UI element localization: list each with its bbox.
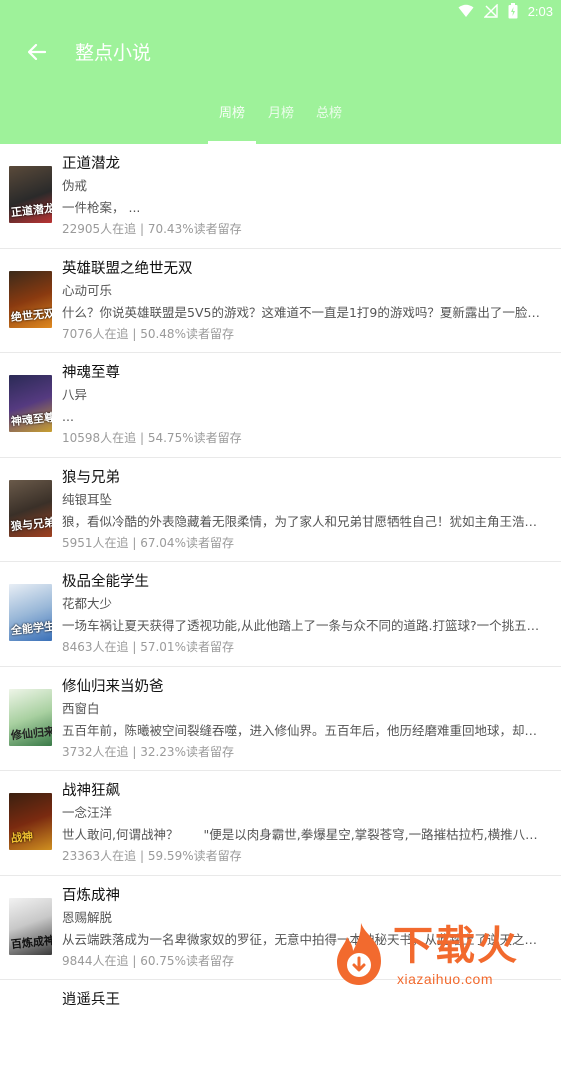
book-title: 战神狂飙	[62, 781, 120, 801]
book-title: 狼与兄弟	[62, 468, 120, 488]
book-title: 百炼成神	[62, 886, 120, 906]
book-stats: 3732人在追 | 32.23%读者留存	[62, 743, 234, 761]
page-title: 整点小说	[75, 40, 151, 66]
book-description: 五百年前，陈曦被空间裂缝吞噬，进入修仙界。五百年后，他历经磨难重回地球，却发现…	[62, 722, 544, 740]
book-description: ...	[62, 408, 544, 426]
book-title: 神魂至尊	[62, 363, 120, 383]
book-description: 一场车祸让夏天获得了透视功能,从此他踏上了一条与众不同的道路.打篮球?一个挑五不…	[62, 617, 544, 635]
book-title: 修仙归来当奶爸	[62, 677, 164, 697]
book-cover: 战神	[9, 793, 52, 850]
book-stats: 9844人在追 | 60.75%读者留存	[62, 952, 234, 970]
book-stats: 10598人在追 | 54.75%读者留存	[62, 429, 242, 447]
no-signal-icon	[484, 4, 498, 18]
book-cover: 百炼成神	[9, 898, 52, 955]
app-header: 2:03 整点小说 周榜 月榜 总榜	[0, 0, 561, 144]
book-cover: 正道潜龙	[9, 166, 52, 223]
book-author: 恩赐解脱	[62, 909, 112, 927]
book-title: 英雄联盟之绝世无双	[62, 259, 193, 279]
watermark-url: xiazaihuo.com	[397, 971, 493, 987]
tab-total[interactable]: 总榜	[316, 104, 342, 124]
ranking-tabs: 周榜 月榜 总榜	[0, 104, 561, 144]
book-item[interactable]: 绝世无双 英雄联盟之绝世无双 心动可乐 什么？你说英雄联盟是5V5的游戏？这难道…	[0, 249, 561, 354]
back-button[interactable]	[22, 40, 52, 68]
book-stats: 8463人在追 | 57.01%读者留存	[62, 638, 234, 656]
book-title: 正道潜龙	[62, 154, 120, 174]
book-author: 花都大少	[62, 595, 112, 613]
book-author: 一念汪洋	[62, 804, 112, 822]
book-item[interactable]: 正道潜龙 正道潜龙 伪戒 一件枪案， ... 22905人在追 | 70.43%…	[0, 144, 561, 249]
book-author: 纯银耳坠	[62, 491, 112, 509]
book-cover: 绝世无双	[9, 271, 52, 328]
book-description: 世人敢问,何谓战神？ "便是以肉身霸世,拳爆星空,掌裂苍穹,一路摧枯拉朽,横推八…	[62, 826, 544, 844]
book-item[interactable]: 战神 战神狂飙 一念汪洋 世人敢问,何谓战神？ "便是以肉身霸世,拳爆星空,掌裂…	[0, 771, 561, 876]
book-description: 一件枪案， ...	[62, 199, 544, 217]
watermark-text: 下载火	[393, 923, 519, 969]
book-item[interactable]: 修仙归来 修仙归来当奶爸 西窗白 五百年前，陈曦被空间裂缝吞噬，进入修仙界。五百…	[0, 667, 561, 772]
book-stats: 22905人在追 | 70.43%读者留存	[62, 220, 242, 238]
book-title: 极品全能学生	[62, 572, 149, 592]
book-stats: 23363人在追 | 59.59%读者留存	[62, 847, 242, 865]
arrow-left-icon	[28, 44, 46, 64]
book-stats: 5951人在追 | 67.04%读者留存	[62, 534, 234, 552]
flame-logo-icon	[327, 921, 393, 987]
book-cover: 神魂至尊	[9, 375, 52, 432]
book-author: 心动可乐	[62, 282, 112, 300]
book-item[interactable]: 神魂至尊 神魂至尊 八异 ... 10598人在追 | 54.75%读者留存	[0, 353, 561, 458]
book-cover: 修仙归来	[9, 689, 52, 746]
battery-icon	[508, 3, 518, 19]
book-item[interactable]: 狼与兄弟 狼与兄弟 纯银耳坠 狼，看似冷酷的外表隐藏着无限柔情，为了家人和兄弟甘…	[0, 458, 561, 563]
book-cover: 全能学生	[9, 584, 52, 641]
book-description: 狼，看似冷酷的外表隐藏着无限柔情，为了家人和兄弟甘愿牺牲自己！犹如主角王浩一样…	[62, 513, 544, 531]
book-author: 西窗白	[62, 700, 100, 718]
status-bar: 2:03	[0, 0, 561, 24]
book-author: 八异	[62, 386, 87, 404]
book-item[interactable]: 全能学生 极品全能学生 花都大少 一场车祸让夏天获得了透视功能,从此他踏上了一条…	[0, 562, 561, 667]
watermark: 下载火 xiazaihuo.com	[327, 921, 557, 993]
book-title: 逍遥兵王	[62, 990, 120, 1010]
tab-weekly[interactable]: 周榜	[219, 104, 245, 124]
book-author: 伪戒	[62, 177, 87, 195]
book-description: 什么？你说英雄联盟是5V5的游戏？这难道不一直是1打9的游戏吗？夏新露出了一脸茫…	[62, 304, 544, 322]
wifi-icon	[458, 4, 474, 18]
tab-monthly[interactable]: 月榜	[268, 104, 294, 124]
book-cover: 狼与兄弟	[9, 480, 52, 537]
book-stats: 7076人在追 | 50.48%读者留存	[62, 325, 234, 343]
status-time: 2:03	[528, 4, 553, 19]
book-item[interactable]: 逍遥兵王	[0, 980, 561, 1085]
